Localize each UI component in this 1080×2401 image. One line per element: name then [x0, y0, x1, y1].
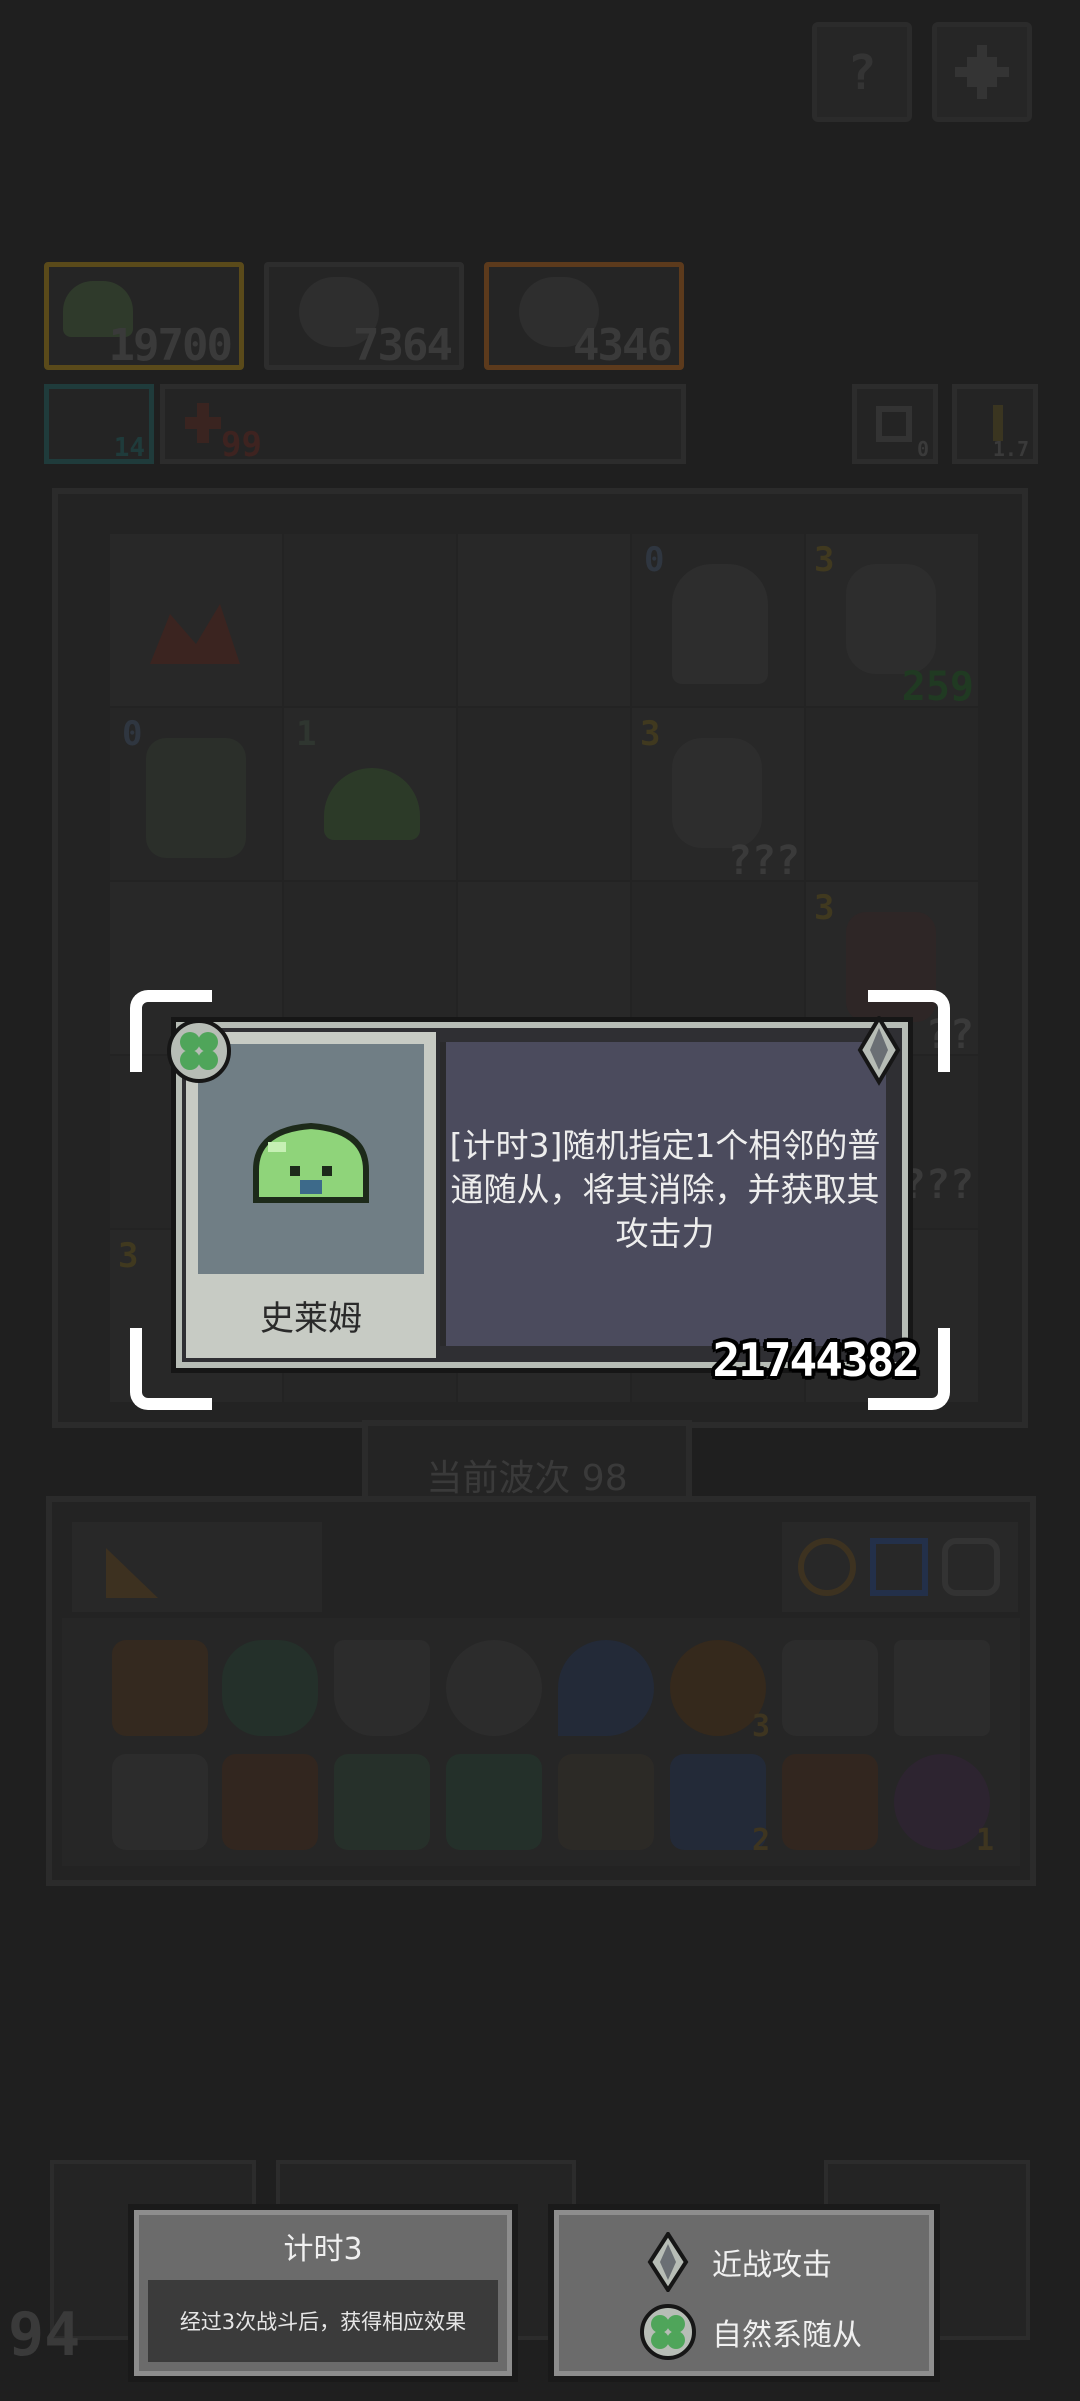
item-crystal[interactable] — [222, 1754, 318, 1850]
red-badge: 99 — [221, 425, 262, 465]
item-count: 1 — [975, 1823, 994, 1858]
melee-tag-icon — [640, 2230, 696, 2294]
card-power: 21744382 — [712, 1333, 920, 1387]
help-button[interactable]: ? — [812, 22, 912, 122]
sword-icon — [647, 2230, 689, 2294]
nature-badge — [166, 1018, 232, 1084]
treant-unit-icon — [146, 738, 246, 858]
board-cell[interactable] — [458, 708, 630, 880]
question-icon: ? — [848, 45, 877, 101]
slime-icon — [253, 1122, 369, 1203]
unit-level: 1 — [296, 714, 317, 754]
nature-tag-label: 自然系随从 — [712, 2318, 862, 2353]
item-leaf[interactable] — [446, 1754, 542, 1850]
girl-unit-icon — [672, 564, 768, 684]
svg-text:?: ? — [848, 45, 877, 101]
clover-icon — [167, 1019, 231, 1083]
hero-slot-3[interactable]: 4346 — [484, 262, 684, 371]
key-button[interactable]: 1.7 — [952, 384, 1038, 464]
board-cell[interactable]: 3 259 — [806, 534, 978, 710]
card-name: 史莱姆 — [260, 1298, 362, 1339]
gear-icon — [955, 45, 1009, 99]
corner-number: 94 — [8, 2300, 81, 2370]
item-phone[interactable] — [894, 1640, 990, 1736]
settings-button[interactable] — [932, 22, 1032, 122]
item-helmet[interactable] — [222, 1640, 318, 1736]
inventory-tab[interactable] — [72, 1522, 322, 1612]
filter-gear-icon[interactable] — [942, 1538, 1000, 1596]
shield-stat: 14 — [44, 384, 154, 464]
item-shield[interactable] — [334, 1640, 430, 1736]
item-claws[interactable] — [558, 1754, 654, 1850]
board-cell[interactable]: 1 — [284, 708, 456, 880]
melee-tag-label: 近战攻击 — [712, 2248, 832, 2283]
inventory-grid: 3 2 1 — [62, 1618, 1020, 1866]
item-drop[interactable] — [558, 1640, 654, 1736]
wedge-icon — [106, 1548, 158, 1598]
item-sword[interactable] — [334, 1754, 430, 1850]
item-totem[interactable] — [112, 1754, 208, 1850]
filter-shield-icon[interactable] — [870, 1538, 928, 1596]
item-gem[interactable] — [112, 1640, 208, 1736]
unit-level: 0 — [644, 540, 665, 580]
hero-value: 7364 — [353, 320, 453, 371]
filter-tabs — [782, 1522, 1018, 1612]
knight-unit-icon — [846, 564, 936, 674]
timer-title: 计时3 — [283, 2232, 363, 2267]
wave-label: 当前波次 98 — [426, 1458, 628, 1499]
sword-icon — [857, 1014, 901, 1086]
hero-value: 19700 — [108, 320, 233, 371]
inventory-panel: 3 2 1 — [46, 1496, 1036, 1886]
board-cell[interactable]: 0 — [632, 534, 804, 706]
nature-tag-icon — [640, 2304, 696, 2360]
unit-level: 3 — [814, 540, 835, 580]
shield-stat-value: 14 — [113, 433, 145, 463]
hero-slot-2[interactable]: 7364 — [264, 262, 464, 371]
item-orb[interactable]: 1 — [894, 1754, 994, 1858]
hero-slot-1[interactable]: 19700 — [44, 262, 244, 371]
key-count: 1.7 — [992, 437, 1029, 461]
item-count: 3 — [751, 1709, 770, 1744]
energy-bar: 99 — [160, 384, 686, 465]
board-cell[interactable]: 3 ??? — [632, 708, 804, 884]
item-sickle[interactable] — [782, 1640, 878, 1736]
item-flower[interactable] — [446, 1640, 542, 1736]
tags-tooltip: 近战攻击 自然系随从 — [548, 2204, 940, 2382]
board-cell[interactable] — [806, 708, 978, 880]
crystal-icon — [150, 604, 240, 664]
timer-tooltip: 计时3 经过3次战斗后，获得相应效果 — [128, 2204, 518, 2382]
slime-unit-icon — [324, 768, 420, 840]
unit-value: ??? — [727, 838, 800, 884]
hero-value: 4346 — [573, 320, 673, 371]
board-cell[interactable] — [110, 534, 282, 706]
undo-icon — [876, 406, 912, 442]
unit-level: 3 — [814, 888, 835, 928]
card-description: [计时3]随机指定1个相邻的普通随从，将其消除，并获取其攻击力 — [449, 1126, 881, 1253]
board-cell[interactable]: 0 — [110, 708, 282, 880]
knight-unit-icon — [672, 738, 762, 848]
undo-count: 0 — [916, 437, 929, 461]
board-cell[interactable] — [284, 534, 456, 706]
timer-text: 经过3次战斗后，获得相应效果 — [148, 2280, 498, 2362]
item-ring[interactable]: 3 — [670, 1640, 770, 1744]
item-hourglass[interactable]: 2 — [670, 1754, 770, 1858]
unit-level: 0 — [122, 714, 143, 754]
board-cell[interactable] — [458, 534, 630, 706]
unit-level: 3 — [640, 714, 661, 754]
undo-button[interactable]: 0 — [852, 384, 938, 464]
item-feather[interactable] — [782, 1754, 878, 1850]
clover-icon — [640, 2304, 696, 2360]
filter-ring-icon[interactable] — [798, 1538, 856, 1596]
unit-value: 259 — [901, 664, 974, 710]
melee-badge — [850, 1014, 908, 1086]
item-count: 2 — [751, 1823, 770, 1858]
